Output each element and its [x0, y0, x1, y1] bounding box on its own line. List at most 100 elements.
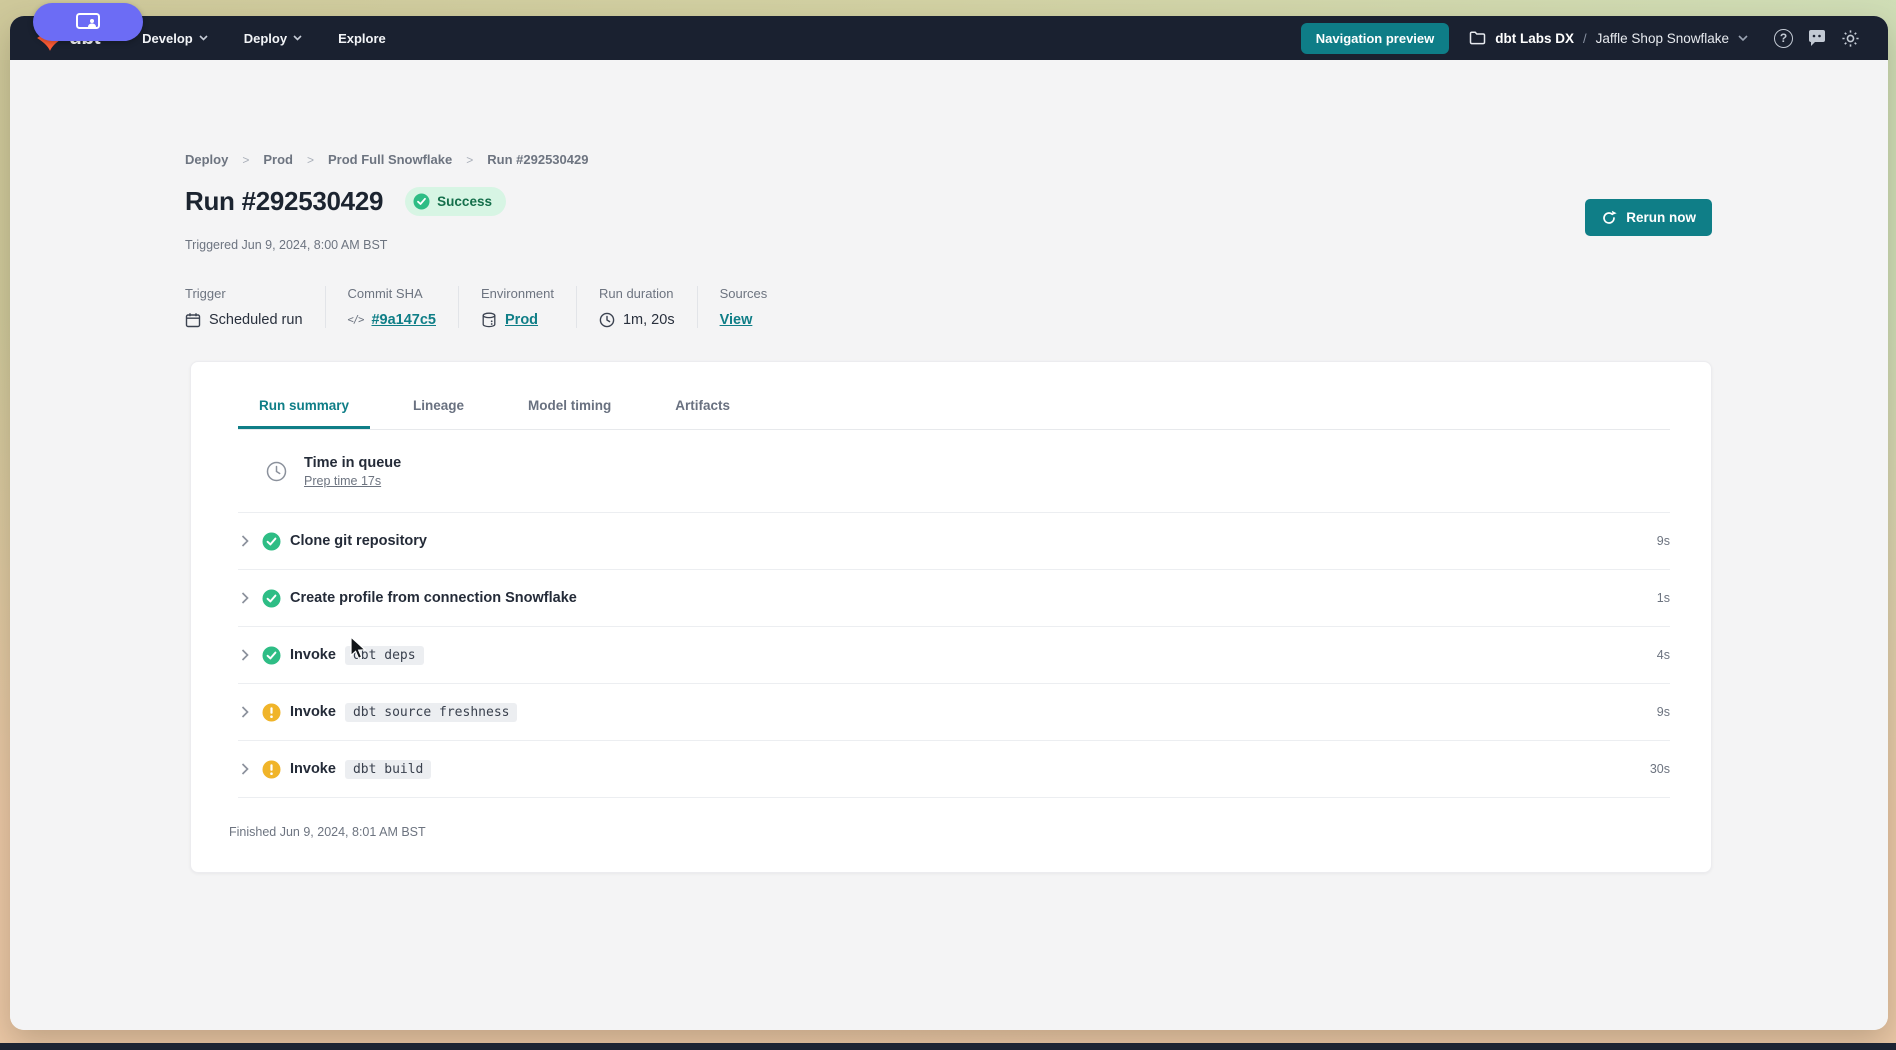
breadcrumb-run[interactable]: Run #292530429 [487, 152, 588, 167]
meta-value-text: 1m, 20s [623, 312, 675, 328]
step-row-create-profile[interactable]: Create profile from connection Snowflake… [238, 570, 1670, 627]
feedback-icon[interactable] [1807, 29, 1827, 47]
clock-icon [599, 312, 615, 328]
meta-trigger: Trigger Scheduled run [185, 286, 326, 328]
rerun-now-button[interactable]: Rerun now [1585, 199, 1712, 236]
nav-menu-develop[interactable]: Develop [142, 31, 208, 46]
chevron-right-icon[interactable] [241, 706, 249, 718]
breadcrumb: Deploy > Prod > Prod Full Snowflake > Ru… [185, 152, 588, 167]
screen-share-icon [75, 12, 101, 32]
meta-environment: Environment Prod [481, 286, 577, 328]
refresh-icon [1601, 210, 1617, 226]
meta-label: Commit SHA [348, 286, 436, 301]
chevron-right-icon[interactable] [241, 535, 249, 547]
gear-icon[interactable] [1841, 29, 1860, 48]
meta-run-duration: Run duration 1m, 20s [599, 286, 698, 328]
success-icon [262, 589, 281, 608]
folder-icon [1469, 31, 1486, 45]
environment-link[interactable]: Prod [505, 312, 538, 328]
success-icon [262, 532, 281, 551]
step-row-dbt-source-freshness[interactable]: Invoke dbt source freshness 9s [238, 684, 1670, 741]
triggered-timestamp: Triggered Jun 9, 2024, 8:00 AM BST [185, 238, 387, 252]
chevron-right-icon[interactable] [241, 763, 249, 775]
navbar-icons: ? [1774, 29, 1860, 48]
meta-value-text: Scheduled run [209, 312, 303, 328]
meta-label: Sources [720, 286, 768, 301]
tab-run-summary[interactable]: Run summary [238, 398, 370, 429]
breadcrumb-prod[interactable]: Prod [263, 152, 293, 167]
tab-model-timing[interactable]: Model timing [507, 398, 632, 429]
finished-timestamp: Finished Jun 9, 2024, 8:01 AM BST [229, 798, 1670, 839]
step-duration: 1s [1657, 591, 1670, 605]
run-summary-card: Run summary Lineage Model timing Artifac… [190, 361, 1712, 873]
warning-icon [262, 703, 281, 722]
step-name: Invoke [290, 704, 336, 720]
chevron-down-icon [1738, 35, 1748, 42]
chevron-right-icon[interactable] [241, 649, 249, 661]
step-row-dbt-deps[interactable]: Invoke dbt deps 4s [238, 627, 1670, 684]
calendar-icon [185, 312, 201, 328]
status-badge: Success [405, 187, 506, 216]
step-duration: 9s [1657, 705, 1670, 719]
warning-icon [262, 760, 281, 779]
project-name: Jaffle Shop Snowflake [1596, 31, 1729, 46]
step-command-chip: dbt build [345, 760, 431, 779]
navigation-preview-button[interactable]: Navigation preview [1301, 23, 1449, 54]
breadcrumb-deploy[interactable]: Deploy [185, 152, 228, 167]
rerun-now-label: Rerun now [1626, 210, 1696, 225]
commit-sha-link[interactable]: #9a147c5 [371, 312, 436, 328]
step-duration: 9s [1657, 534, 1670, 548]
step-row-dbt-build[interactable]: Invoke dbt build 30s [238, 741, 1670, 798]
breadcrumb-separator: > [242, 153, 249, 167]
step-duration: 4s [1657, 648, 1670, 662]
meta-sources: Sources View [720, 286, 790, 328]
step-name: Invoke [290, 647, 336, 663]
chevron-right-icon[interactable] [241, 592, 249, 604]
account-separator: / [1583, 31, 1587, 46]
run-meta-row: Trigger Scheduled run Commit SHA </> #9a… [185, 286, 811, 328]
nav-menu-label: Explore [338, 31, 386, 46]
nav-menu-label: Develop [142, 31, 193, 46]
meta-label: Run duration [599, 286, 675, 301]
account-switcher[interactable]: dbt Labs DX / Jaffle Shop Snowflake [1469, 31, 1748, 46]
tab-bar: Run summary Lineage Model timing Artifac… [238, 398, 1670, 430]
code-icon: </> [348, 314, 364, 326]
step-command-chip: dbt deps [345, 646, 424, 665]
breadcrumb-job[interactable]: Prod Full Snowflake [328, 152, 452, 167]
step-name: Clone git repository [290, 533, 427, 549]
nav-menu: Develop Deploy Explore [142, 31, 386, 46]
account-name: dbt Labs DX [1495, 31, 1574, 46]
bottom-edge-strip [0, 1043, 1896, 1050]
tab-lineage[interactable]: Lineage [392, 398, 485, 429]
database-icon [481, 312, 497, 328]
tab-artifacts[interactable]: Artifacts [654, 398, 751, 429]
page-body: Deploy > Prod > Prod Full Snowflake > Ru… [10, 60, 1888, 1030]
breadcrumb-separator: > [466, 153, 473, 167]
step-command-chip: dbt source freshness [345, 703, 518, 722]
clock-icon [266, 461, 287, 482]
step-row-clone-git[interactable]: Clone git repository 9s [238, 513, 1670, 570]
navbar-right: Navigation preview dbt Labs DX / Jaffle … [1301, 23, 1860, 54]
chevron-down-icon [293, 35, 302, 41]
top-navbar: dbt Develop Deploy Explore Navigation pr… [10, 16, 1888, 60]
success-dot-icon [413, 193, 430, 210]
screen-share-badge[interactable] [33, 3, 143, 41]
status-badge-label: Success [437, 194, 492, 209]
prep-time-link[interactable]: Prep time 17s [304, 474, 401, 488]
page-title: Run #292530429 [185, 186, 383, 217]
meta-label: Trigger [185, 286, 303, 301]
meta-commit-sha: Commit SHA </> #9a147c5 [348, 286, 459, 328]
queue-title: Time in queue [304, 455, 401, 471]
time-in-queue-row: Time in queue Prep time 17s [238, 430, 1670, 513]
help-icon[interactable]: ? [1774, 29, 1793, 48]
nav-menu-label: Deploy [244, 31, 287, 46]
app-window: dbt Develop Deploy Explore Navigation pr… [10, 16, 1888, 1030]
chevron-down-icon [199, 35, 208, 41]
step-name: Invoke [290, 761, 336, 777]
meta-label: Environment [481, 286, 554, 301]
sources-view-link[interactable]: View [720, 312, 753, 328]
nav-menu-deploy[interactable]: Deploy [244, 31, 302, 46]
nav-menu-explore[interactable]: Explore [338, 31, 386, 46]
step-name: Create profile from connection Snowflake [290, 590, 577, 606]
success-icon [262, 646, 281, 665]
